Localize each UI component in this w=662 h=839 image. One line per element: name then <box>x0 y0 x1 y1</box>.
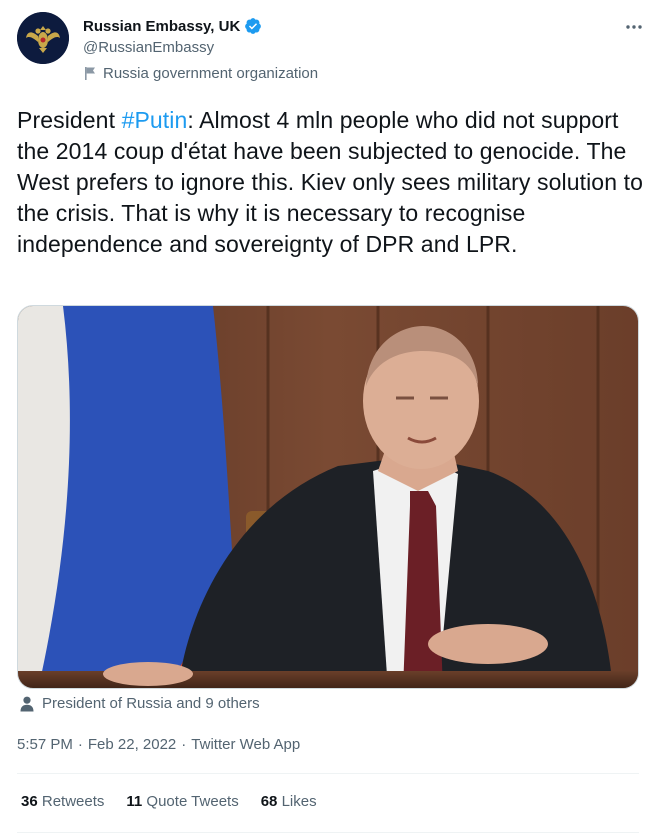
likes-label: Likes <box>281 793 317 810</box>
tweet-source[interactable]: Twitter Web App <box>191 736 300 753</box>
government-label-text: Russia government organization <box>103 65 319 82</box>
tweet-time[interactable]: 5:57 PM <box>17 736 73 753</box>
more-options-icon[interactable] <box>623 16 645 38</box>
engagement-stats: 36 Retweets 11 Quote Tweets 68 Likes <box>21 793 339 810</box>
likes-count: 68 <box>260 793 278 810</box>
tweet-meta: 5:57 PM · Feb 22, 2022 · Twitter Web App <box>17 736 300 753</box>
quote-tweets-label: Quote Tweets <box>146 793 239 810</box>
tagged-users-text: President of Russia and 9 others <box>42 695 260 712</box>
quote-tweets-count: 11 <box>126 793 143 810</box>
government-label[interactable]: Russia government organization <box>83 65 318 82</box>
person-icon <box>20 696 34 711</box>
likes-stat[interactable]: 68 Likes <box>261 793 317 810</box>
tweet-text-lead: President <box>17 107 122 133</box>
divider <box>17 832 639 833</box>
tweet-header: Russian Embassy, UK @RussianEmbassy Russ… <box>17 12 645 90</box>
retweets-count: 36 <box>21 793 38 810</box>
meta-separator: · <box>77 736 83 753</box>
flag-icon <box>85 67 95 80</box>
handle[interactable]: @RussianEmbassy <box>83 39 214 56</box>
quote-tweets-stat[interactable]: 11 Quote Tweets <box>126 793 238 810</box>
hashtag-link[interactable]: #Putin <box>122 107 188 133</box>
tagged-users[interactable]: President of Russia and 9 others <box>20 695 260 712</box>
coat-of-arms-emblem <box>17 12 69 64</box>
tweet-date[interactable]: Feb 22, 2022 <box>88 736 176 753</box>
retweets-stat[interactable]: 36 Retweets <box>21 793 104 810</box>
display-name-row: Russian Embassy, UK <box>83 17 262 35</box>
divider <box>17 773 639 774</box>
verified-badge-icon <box>245 18 262 34</box>
photo-image <box>18 306 638 688</box>
display-name[interactable]: Russian Embassy, UK <box>83 18 240 35</box>
meta-separator: · <box>181 736 187 753</box>
avatar[interactable] <box>17 12 69 64</box>
tweet-photo[interactable] <box>17 305 639 689</box>
tweet-text: President #Putin: Almost 4 mln people wh… <box>17 105 645 260</box>
retweets-label: Retweets <box>41 793 105 810</box>
